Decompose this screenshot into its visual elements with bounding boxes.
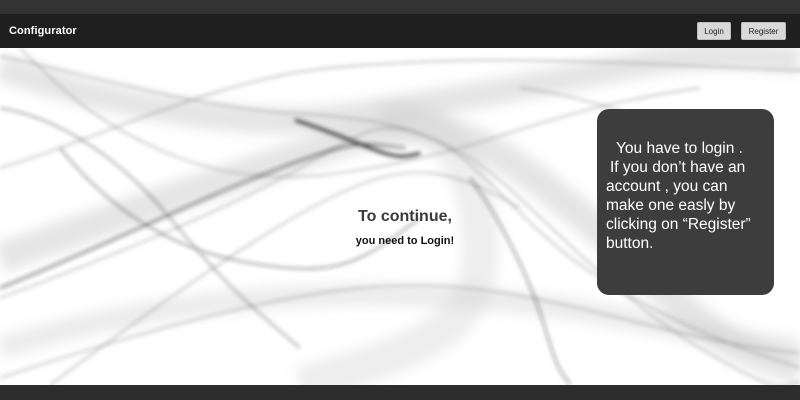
- hero-section: To continue, you need to Login! You have…: [0, 48, 800, 385]
- browser-top-strip: [0, 0, 800, 14]
- register-button[interactable]: Register: [741, 22, 786, 40]
- brand-title[interactable]: Configurator: [9, 25, 77, 37]
- navbar: Configurator Login Register: [0, 14, 800, 48]
- hint-line: If you don’t have an: [610, 159, 746, 176]
- continue-title: To continue,: [358, 208, 452, 225]
- login-prompt-text: you need to Login!: [355, 235, 455, 247]
- login-hint-box: You have to login . If you don’t have an…: [597, 109, 774, 295]
- continue-message: To continue, you need to Login!: [300, 208, 510, 247]
- hint-line: make one easly by: [606, 197, 736, 214]
- hint-line: button.: [606, 235, 654, 252]
- nav-actions: Login Register: [697, 22, 786, 40]
- hint-line: clicking on “Register”: [606, 216, 751, 233]
- login-button[interactable]: Login: [697, 22, 731, 40]
- hint-line: You have to login .: [616, 140, 743, 157]
- footer-bar: [0, 385, 800, 400]
- hint-line: account , you can: [606, 178, 728, 195]
